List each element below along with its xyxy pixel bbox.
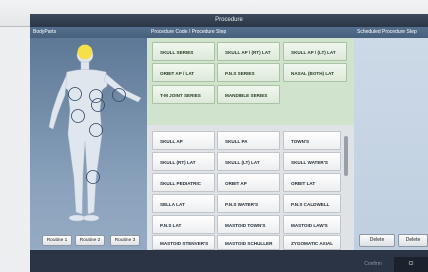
procedure-step-item[interactable]: ZYGOMATIC AXIAL xyxy=(283,235,341,250)
procedure-step-item[interactable]: SKULL AP xyxy=(152,131,215,150)
routine-1-button[interactable]: Routine 1 xyxy=(42,235,72,246)
procedure-group-item[interactable]: NASAL (BOTH) LAT xyxy=(283,63,347,82)
procedure-panel: SKULL SERIES SKULL AP / (RT) LAT SKULL A… xyxy=(147,38,354,250)
procedure-step-item[interactable]: P.N.S CALDWELL xyxy=(283,194,341,213)
procedure-group-item[interactable]: SKULL AP / (LT) LAT xyxy=(283,42,347,61)
procedure-step-item[interactable]: MASTOID STENVER'S xyxy=(152,235,215,250)
procedure-header: Procedure Code / Procedure Step xyxy=(151,29,227,35)
footer-bar: Confirm Cl xyxy=(30,250,428,272)
procedure-step-item[interactable]: TOWN'S xyxy=(283,131,341,150)
procedure-step-item[interactable]: MASTOID SCHULLER xyxy=(217,235,280,250)
routine-3-button[interactable]: Routine 3 xyxy=(110,235,140,246)
procedure-step-item[interactable]: ORBIT LAT xyxy=(283,173,341,192)
procedure-step-item[interactable]: MASTOID TOWN'S xyxy=(217,215,280,234)
body-parts-header: BodyParts xyxy=(33,29,57,35)
title-bar: Procedure xyxy=(0,0,428,27)
body-parts-panel: Routine 1 Routine 2 Routine 3 xyxy=(30,38,147,250)
routine-2-button[interactable]: Routine 2 xyxy=(75,235,105,246)
head-selector[interactable] xyxy=(77,44,93,60)
procedure-group-grid: SKULL SERIES SKULL AP / (RT) LAT SKULL A… xyxy=(147,38,354,125)
procedure-group-item[interactable]: T-M JOINT SERIES xyxy=(152,85,215,104)
procedure-step-item[interactable]: P.N.S LAT xyxy=(152,215,215,234)
procedure-group-item[interactable]: ORBIT AP / LAT xyxy=(152,63,215,82)
delete-button[interactable]: Delete xyxy=(359,234,395,247)
confirm-button[interactable]: Confirm xyxy=(356,257,390,272)
procedure-step-item[interactable]: SKULL PEDIATRIC xyxy=(152,173,215,192)
procedure-step-item[interactable]: SKULL (RT) LAT xyxy=(152,152,215,171)
procedure-step-item[interactable]: P.N.S WATER'S xyxy=(217,194,280,213)
left-background xyxy=(0,27,30,272)
procedure-list-scrollbar[interactable] xyxy=(344,136,348,176)
procedure-group-item[interactable]: P.N.S SERIES xyxy=(217,63,280,82)
scheduled-header: Scheduled Procedure Step xyxy=(357,29,417,35)
window-title: Procedure xyxy=(30,14,428,27)
procedure-step-item[interactable]: ORBIT AP xyxy=(217,173,280,192)
routine-bar: Routine 1 Routine 2 Routine 3 xyxy=(30,229,147,250)
human-body-figure[interactable] xyxy=(30,38,147,233)
section-header-bar: BodyParts Procedure Code / Procedure Ste… xyxy=(30,27,428,38)
procedure-group-item[interactable]: SKULL SERIES xyxy=(152,42,215,61)
procedure-step-item[interactable]: SKULL (LT) LAT xyxy=(217,152,280,171)
procedure-step-item[interactable]: SKULL WATER'S xyxy=(283,152,341,171)
procedure-group-item[interactable]: SKULL AP / (RT) LAT xyxy=(217,42,280,61)
scheduled-procedure-panel: Delete Delete xyxy=(354,38,428,250)
procedure-group-item[interactable]: MANDIBLE SERIES xyxy=(217,85,280,104)
procedure-step-item[interactable]: SKULL PA xyxy=(217,131,280,150)
procedure-step-item[interactable]: SELLA LAT xyxy=(152,194,215,213)
procedure-step-item[interactable]: MASTOID LAW'S xyxy=(283,215,341,234)
delete-all-button[interactable]: Delete xyxy=(398,234,428,247)
close-button[interactable]: Cl xyxy=(394,257,428,272)
